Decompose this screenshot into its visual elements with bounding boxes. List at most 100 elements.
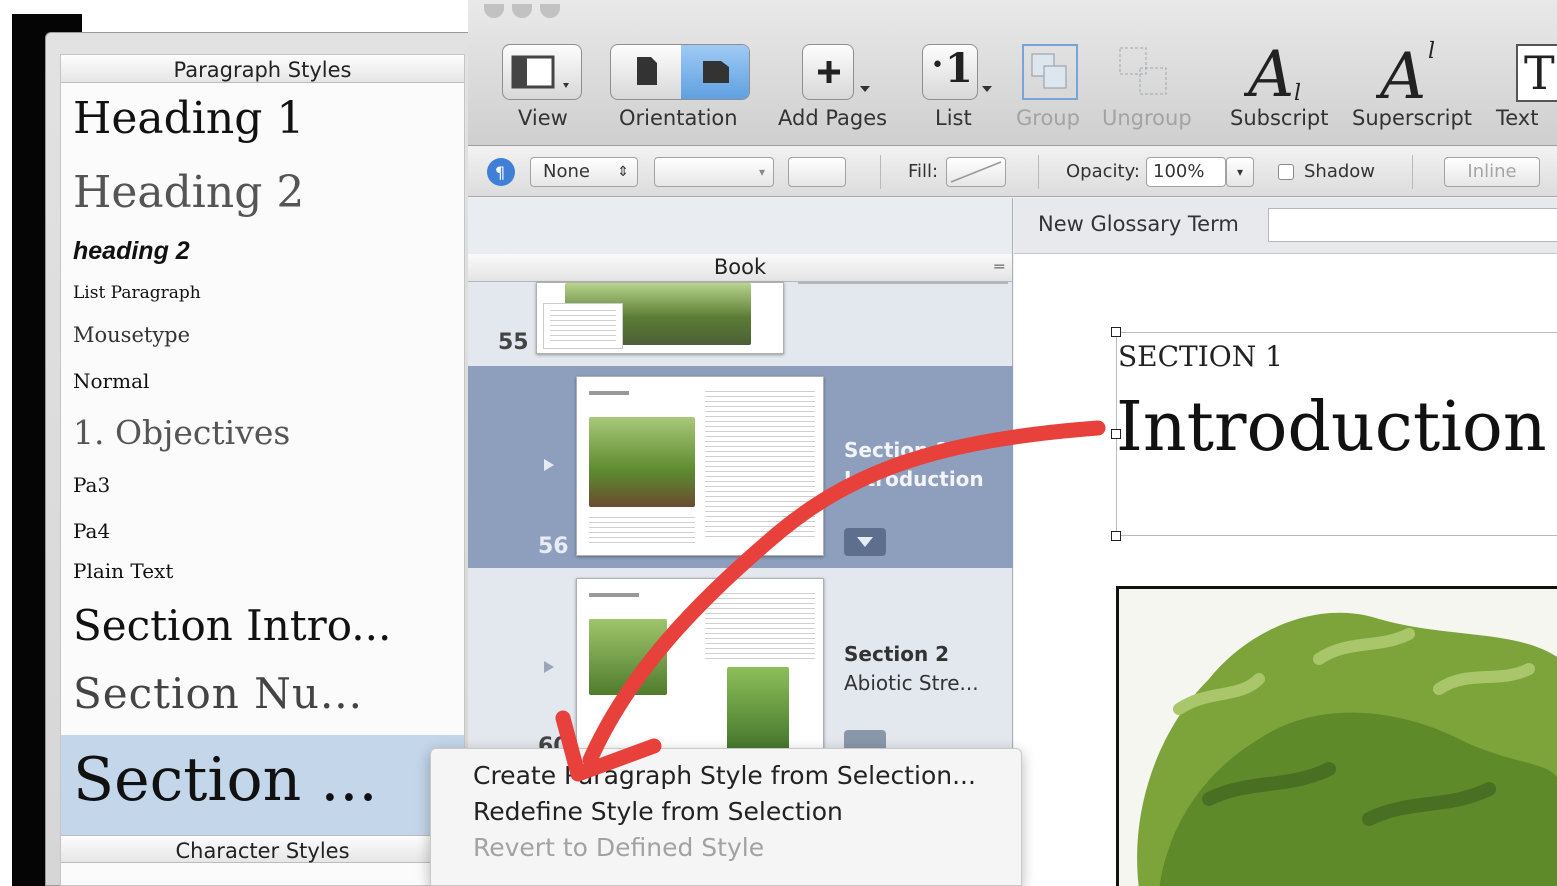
superscript-icon[interactable]: A l [1376,34,1446,104]
style-context-menu: Create Paragraph Style from Selection...… [430,748,1022,886]
svg-text:¶: ¶ [495,163,505,182]
style-pa4[interactable]: Pa4 [73,519,110,543]
separator [880,155,881,189]
plant-photo [727,667,789,757]
ungroup-label: Ungroup [1102,106,1192,130]
list-bullet-icon: • [931,53,944,78]
portrait-orientation-button[interactable] [611,45,681,99]
add-pages-label: Add Pages [778,106,888,130]
ungroup-icon[interactable] [1114,42,1174,102]
paragraph-styles-panel: Paragraph Styles Heading 1 Heading 2 hea… [60,54,465,886]
svg-text:A: A [1244,38,1294,104]
style-mousetype[interactable]: Mousetype [73,323,190,347]
text-glyph: T [1524,46,1555,100]
resize-handle[interactable] [1111,531,1121,541]
chevron-down-icon: ▾ [758,165,765,179]
svg-text:A: A [1376,40,1426,104]
new-glossary-term-label: New Glossary Term [1038,212,1239,236]
subscript-icon[interactable]: A l [1244,34,1314,104]
resize-handle[interactable] [1111,327,1121,337]
style-normal[interactable]: Normal [73,369,149,393]
style-pa3[interactable]: Pa3 [73,473,110,497]
superscript-label: Superscript [1352,106,1473,130]
group-label: Group [1016,106,1080,130]
style-heading-2-lower[interactable]: heading 2 [73,237,190,266]
book-title: Book [713,255,767,279]
menu-create-paragraph-style[interactable]: Create Paragraph Style from Selection... [473,761,976,790]
page-section-subtitle: Introduction [844,467,984,491]
paragraph-styles-header: Paragraph Styles [61,55,464,83]
page-thumbnail[interactable] [536,282,784,354]
opacity-dropdown-button[interactable]: ▾ [1226,157,1254,187]
paragraph-style-select[interactable]: None ⇕ [530,157,638,187]
list-number-glyph: 1 [945,45,973,92]
text-callout [543,303,623,349]
separator [1412,155,1413,189]
cropped-label [798,282,1008,288]
page-thumbnail[interactable] [576,376,824,556]
text-lines [705,593,815,659]
zoom-window-icon[interactable] [540,4,560,18]
section-label[interactable]: SECTION 1 [1118,340,1283,373]
list-dropdown-icon[interactable] [982,86,994,94]
style-plain-text[interactable]: Plain Text [73,559,173,583]
no-fill-swatch-icon [950,161,1002,183]
minimize-window-icon[interactable] [512,4,532,18]
subscript-label: Subscript [1230,106,1329,130]
style-objectives[interactable]: 1. Objectives [73,413,290,452]
landscape-orientation-button[interactable] [681,45,749,99]
inline-button[interactable]: Inline [1444,157,1540,187]
fill-label: Fill: [908,161,939,182]
group-icon[interactable] [1020,42,1080,102]
style-list-paragraph[interactable]: List Paragraph [73,283,201,303]
glossary-bar: New Glossary Term [1014,198,1557,254]
menu-redefine-style[interactable]: Redefine Style from Selection [473,797,843,826]
sidebar-spacer [468,198,1012,254]
page-number: 55 [498,330,529,355]
page-row-55[interactable]: 55 [468,282,1013,364]
opacity-field[interactable]: 100% [1146,157,1226,187]
add-pages-dropdown-icon[interactable] [860,86,872,94]
list-label: List [935,106,972,130]
shadow-label: Shadow [1304,161,1376,182]
document-heading[interactable]: Introduction [1116,388,1547,467]
style-heading-1[interactable]: Heading 1 [73,93,304,144]
stepper-arrows-icon: ⇕ [617,164,629,180]
page-row-56-selected[interactable]: 56 Section 1 Introduction [468,366,1013,568]
glossary-term-input[interactable] [1268,208,1557,242]
add-pages-button[interactable] [802,44,854,100]
style-heading-2[interactable]: Heading 2 [73,167,304,218]
view-button[interactable] [502,44,582,100]
tree-image-graphic [1119,589,1557,886]
page-options-button[interactable] [844,528,886,556]
menu-revert-to-defined-style: Revert to Defined Style [473,833,765,862]
text-lines [589,517,695,547]
orientation-label: Orientation [619,106,738,130]
font-select[interactable]: ▾ [654,157,774,187]
style-section-intro[interactable]: Section Intro... [73,601,391,650]
chevron-down-icon [857,537,873,547]
style-section-number[interactable]: Section Nu... [73,669,363,718]
paragraph-inspector-icon[interactable]: ¶ [486,157,516,187]
size-field[interactable] [788,157,846,187]
page-section-title: Section 2 [844,642,950,666]
toolbar: View Orientation Add Pages • 1 List Grou… [468,0,1557,146]
orientation-control[interactable] [610,44,750,100]
tree-photo [589,417,695,507]
plant-photo [589,619,667,695]
opacity-label: Opacity: [1066,161,1140,182]
resize-handle-icon[interactable]: ═ [994,254,1004,280]
document-canvas: New Glossary Term SECTION 1 Introduction [1014,198,1557,886]
list-button[interactable]: • 1 [922,44,978,100]
opacity-value: 100% [1153,161,1205,182]
style-section-selected[interactable]: Section ... [73,745,378,815]
disclosure-triangle-icon[interactable] [542,458,556,472]
text-box-icon[interactable]: T [1516,44,1557,102]
shadow-checkbox[interactable] [1278,164,1294,180]
page-thumbnail[interactable] [576,578,824,768]
tree-image[interactable] [1116,586,1557,886]
close-window-icon[interactable] [484,4,504,18]
disclosure-triangle-icon[interactable] [542,660,556,674]
fill-color-well[interactable] [946,157,1006,187]
portrait-page-icon [637,57,657,85]
